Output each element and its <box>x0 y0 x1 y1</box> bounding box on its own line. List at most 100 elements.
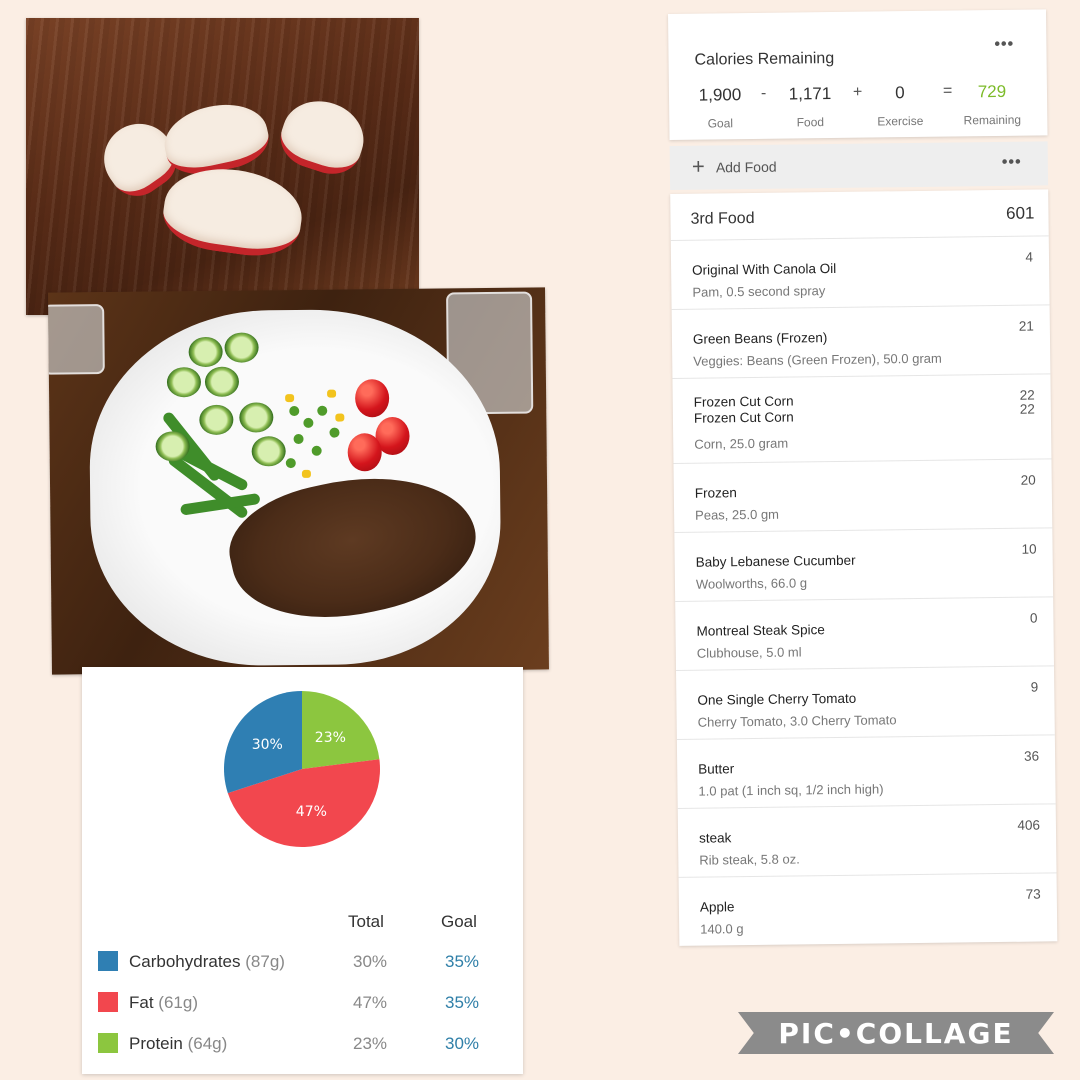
calories-more-icon[interactable]: ••• <box>994 36 1014 54</box>
pea <box>289 405 300 417</box>
cucumber-slice <box>224 332 259 363</box>
food-name: Baby Lebanese Cucumber <box>695 552 856 570</box>
food-entry[interactable]: Frozen Cut Corn Frozen Cut Corn Corn, 25.… <box>672 374 1052 464</box>
macros-pie-chart: 23% 47% 30% <box>224 691 380 847</box>
exercise-column: 0 Exercise <box>865 83 936 129</box>
pic-collage-watermark: PIC•COLLAGE <box>738 1012 1054 1054</box>
cucumber-slice <box>204 366 240 397</box>
macro-goal: 35% <box>445 993 480 1012</box>
food-calories: 36 <box>1023 748 1040 764</box>
exercise-value: 0 <box>895 83 905 103</box>
food-entry[interactable]: Green Beans (Frozen) Veggies: Beans (Gre… <box>671 305 1051 379</box>
calories-remaining-card: Calories Remaining ••• 1,900 Goal - 1,17… <box>668 9 1048 140</box>
food-description: Cherry Tomato, 3.0 Cherry Tomato <box>697 712 897 730</box>
goal-value: 1,900 <box>698 85 742 105</box>
pie-label-protein: 23% <box>315 730 346 746</box>
watermark-text: PIC•COLLAGE <box>778 1017 1014 1050</box>
add-food-button[interactable]: + Add Food ••• <box>669 141 1049 190</box>
food-name: Apple <box>699 899 735 915</box>
steak <box>218 454 488 640</box>
macro-goal: 30% <box>445 1034 480 1053</box>
plus-icon: + <box>691 153 705 179</box>
pea <box>303 417 314 428</box>
food-calories: 9 <box>1030 679 1039 695</box>
remaining-column: 729 Remaining <box>957 82 1028 128</box>
corn-kernel <box>327 389 337 398</box>
food-label: Food <box>796 115 825 130</box>
pea <box>293 433 304 445</box>
macros-card: 23% 47% 30% Total Goal Carbohydrates (87g)… <box>82 667 523 1074</box>
protein-swatch <box>98 1033 118 1053</box>
calories-remaining-title: Calories Remaining <box>694 49 835 69</box>
food-name: Butter <box>698 761 735 777</box>
pea <box>329 427 340 438</box>
minus-sign: - <box>760 84 767 102</box>
meal-name: 3rd Food <box>690 209 755 228</box>
food-entry[interactable]: Frozen Peas, 25.0 gm 20 <box>673 459 1053 533</box>
pie-label-carbohydrates: 30% <box>252 737 283 753</box>
remaining-label: Remaining <box>963 112 1022 128</box>
food-name: Frozen Cut Corn Frozen Cut Corn <box>694 393 794 426</box>
pea <box>317 405 328 416</box>
add-food-label: Add Food <box>715 158 777 176</box>
goal-label: Goal <box>707 116 734 131</box>
corn-kernel <box>285 394 295 403</box>
macro-name: Carbohydrates (87g) <box>129 952 285 972</box>
macro-total: 47% <box>353 993 388 1012</box>
food-name: Frozen <box>694 485 737 501</box>
plus-sign: + <box>852 83 863 101</box>
meal-header: 3rd Food 601 <box>670 189 1049 241</box>
apple-slice <box>158 95 274 182</box>
exercise-label: Exercise <box>877 113 924 129</box>
remaining-value: 729 <box>977 81 1007 102</box>
cucumber-slice <box>166 367 202 398</box>
food-description: 140.0 g <box>700 921 744 937</box>
equals-sign: = <box>942 82 953 100</box>
total-column-header: Total <box>348 912 384 931</box>
food-entry[interactable]: Baby Lebanese Cucumber Woolworths, 66.0 … <box>674 528 1054 602</box>
dinner-plate-photo <box>48 287 549 675</box>
food-entry[interactable]: Apple 140.0 g 73 <box>679 873 1058 946</box>
macro-row-carbohydrates: Carbohydrates (87g) 30% 35% <box>98 949 498 975</box>
meal-list: 3rd Food 601 Original With Canola Oil Pa… <box>670 189 1058 946</box>
glass <box>48 304 105 375</box>
apple-slices-photo <box>26 18 419 315</box>
corn-kernel <box>301 469 311 478</box>
corn-kernel <box>335 413 345 422</box>
macro-label: Protein <box>129 1034 183 1053</box>
macro-total: 23% <box>353 1034 388 1053</box>
food-entry[interactable]: Butter 1.0 pat (1 inch sq, 1/2 inch high… <box>676 735 1056 809</box>
food-entry[interactable]: steak Rib steak, 5.8 oz. 406 <box>677 804 1057 878</box>
apple-slice <box>158 160 308 263</box>
food-entry[interactable]: Original With Canola Oil Pam, 0.5 second… <box>670 236 1050 310</box>
add-food-more-icon[interactable]: ••• <box>1002 154 1022 172</box>
macro-name: Fat (61g) <box>129 993 198 1013</box>
food-diary-panel: Calories Remaining ••• 1,900 Goal - 1,17… <box>668 9 1079 954</box>
food-entry[interactable]: One Single Cherry Tomato Cherry Tomato, … <box>676 666 1055 740</box>
cucumber-slice <box>155 431 190 462</box>
cherry-tomato <box>354 379 390 418</box>
macro-label: Fat <box>129 993 154 1012</box>
food-value: 1,171 <box>788 84 832 104</box>
food-description: Veggies: Beans (Green Frozen), 50.0 gram <box>693 350 942 369</box>
food-description: Corn, 25.0 gram <box>694 435 789 452</box>
macro-row-fat: Fat (61g) 47% 35% <box>98 990 498 1016</box>
food-calories: 22 22 <box>1020 388 1035 417</box>
food-description: Rib steak, 5.8 oz. <box>699 851 800 868</box>
goal-column: 1,900 Goal <box>685 85 756 131</box>
macro-total: 30% <box>353 952 388 971</box>
carbohydrates-swatch <box>98 951 118 971</box>
food-name-line: Frozen Cut Corn <box>693 393 794 410</box>
pie-label-fat: 47% <box>296 804 327 820</box>
macro-label: Carbohydrates <box>129 952 241 971</box>
macro-goal: 35% <box>445 952 480 971</box>
macro-name: Protein (64g) <box>129 1034 227 1054</box>
cucumber-slice <box>251 436 286 467</box>
plate <box>88 307 502 668</box>
apple-slice <box>273 91 373 182</box>
food-entry[interactable]: Montreal Steak Spice Clubhouse, 5.0 ml 0 <box>675 597 1054 671</box>
food-description: Pam, 0.5 second spray <box>692 283 826 300</box>
macro-row-protein: Protein (64g) 23% 30% <box>98 1031 498 1057</box>
food-description: 1.0 pat (1 inch sq, 1/2 inch high) <box>698 781 884 799</box>
food-description: Peas, 25.0 gm <box>695 506 780 523</box>
